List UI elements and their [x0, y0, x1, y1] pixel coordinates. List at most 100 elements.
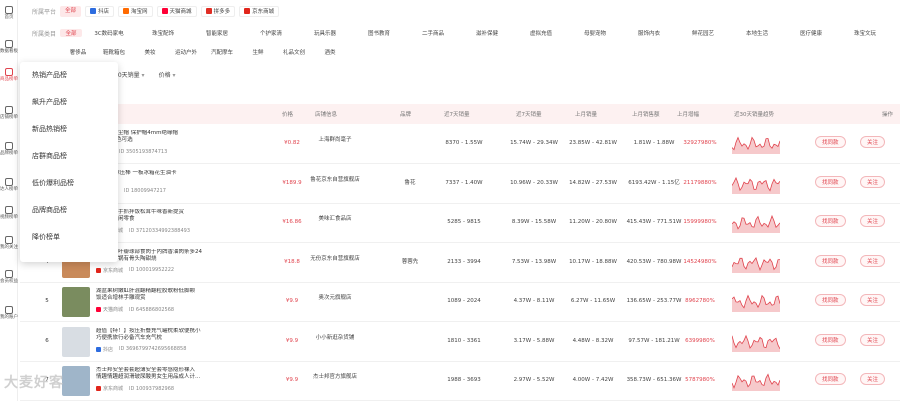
product-title[interactable]: 【】新疆手抓拌饭松茸牛味香新提赏 零食品休闲零食	[96, 209, 256, 223]
product-thumbnail[interactable]	[62, 326, 90, 357]
product-title[interactable]: 汝无农药叶瓣球部食肉于内牌香油肉条多24 日小包无锅有骨头陶甜烧	[96, 249, 256, 263]
category-chip[interactable]: 全部	[60, 29, 82, 37]
table-row[interactable]: 1头绝缘防尘帽 保护帽4mm绝缘帽 | 红白黄色可选抖店ID 350519387…	[20, 124, 900, 164]
platform-chip[interactable]: 全部	[60, 5, 82, 17]
category-chip[interactable]: 美妆	[132, 48, 168, 56]
category-chip[interactable]: 母婴宠物	[568, 29, 622, 37]
trend-area	[732, 177, 780, 194]
rail-item-shop-rank[interactable]: 店铺榜单	[0, 106, 18, 120]
th-col3[interactable]: 上月销量	[575, 110, 597, 118]
platform-chip[interactable]: 天猫商城	[156, 5, 197, 17]
menu-item[interactable]: 低价爆利品榜	[32, 178, 74, 188]
menu-item[interactable]: 热销产品榜	[32, 70, 67, 80]
sales-last-month: 6.27W - 11.65W	[570, 298, 616, 304]
product-title[interactable]: 杰士邦安全套套超薄安全套零感隐形裸入 情趣情趣超润滑玻尿酸男女生用品成人计...	[96, 367, 256, 381]
find-similar-button[interactable]: 找同款	[815, 373, 846, 385]
category-chip[interactable]: 生鲜	[240, 48, 276, 56]
table-row[interactable]: 3【】新疆手抓拌饭松茸牛味香新提赏 零食品休闲零食天猫商城ID 37120334…	[20, 203, 900, 243]
category-chip[interactable]: 本地生活	[730, 29, 784, 37]
category-chip[interactable]: 酒类	[312, 48, 348, 56]
th-col1[interactable]: 近7天销量	[444, 110, 470, 118]
th-col4[interactable]: 上月销售额	[632, 110, 660, 118]
th-price[interactable]: 价格	[282, 110, 293, 118]
th-growth[interactable]: 上月增幅	[677, 110, 699, 118]
category-chip[interactable]: 个护家清	[244, 29, 298, 37]
category-chip[interactable]: 二手商品	[406, 29, 460, 37]
follow-button[interactable]: 关注	[860, 294, 886, 306]
product-thumbnail[interactable]	[62, 366, 90, 396]
find-similar-button[interactable]: 找同款	[815, 215, 846, 227]
follow-button[interactable]: 关注	[860, 254, 886, 267]
shop-name[interactable]: 鲁花京东自营旗舰店	[305, 177, 365, 184]
menu-item[interactable]: 品牌商品榜	[32, 205, 67, 215]
category-chip[interactable]: 智能家居	[190, 29, 244, 37]
product-title[interactable]: 超值【特！】按压折叠充气罐枕柔软便携小 巧便携旅行必备汽车充气枕	[96, 328, 256, 342]
category-chip[interactable]: 虚拟充值	[514, 29, 568, 37]
category-chip[interactable]: 珠宝配饰	[136, 29, 190, 37]
category-chip[interactable]: 3C数码家电	[82, 29, 136, 37]
follow-button[interactable]: 关注	[860, 373, 886, 385]
category-chip[interactable]: 图书教育	[352, 29, 406, 37]
menu-item[interactable]: 飙升产品榜	[32, 97, 67, 107]
th-col2[interactable]: 近7天销量	[516, 110, 542, 118]
table-row[interactable]: 4汝无农药叶瓣球部食肉于内牌香油肉条多24 日小包无锅有骨头陶甜烧京东商城ID …	[20, 243, 900, 283]
shop-name[interactable]: 小小新逛杂货铺	[305, 335, 365, 342]
category-chip[interactable]: 汽配摩车	[204, 48, 240, 56]
find-similar-button[interactable]: 找同款	[815, 175, 846, 188]
sales-7d-range: 4.37W - 8.11W	[513, 298, 555, 304]
find-similar-button[interactable]: 找同款	[815, 254, 846, 267]
category-chip[interactable]: 礼品文创	[276, 48, 312, 56]
category-chip[interactable]: 鲜花园艺	[676, 29, 730, 37]
menu-item[interactable]: 降价榜单	[32, 232, 60, 242]
shop-name[interactable]: 奥次元旗舰店	[305, 295, 365, 302]
rail-item-account[interactable]: 我的账户	[0, 306, 18, 320]
platform-chip[interactable]: 淘宝网	[118, 5, 153, 17]
category-chip[interactable]: 医疗健康	[784, 29, 838, 37]
menu-item[interactable]: 店群商品榜	[32, 151, 67, 161]
find-similar-button[interactable]: 找同款	[815, 136, 846, 148]
product-title[interactable]: 头绝缘防尘帽 保护帽4mm绝缘帽 | 红白黄色可选	[96, 130, 256, 144]
category-chip[interactable]: 食品饮料	[892, 29, 900, 37]
table-row[interactable]: 7 杰士邦安全套套超薄安全套零感隐形裸入 情趣情趣超润滑玻尿酸男女生用品成人计..…	[20, 361, 900, 401]
shop-name[interactable]: 美味汇食品店	[305, 216, 365, 223]
find-similar-button[interactable]: 找同款	[815, 333, 846, 346]
category-chip[interactable]: 奢侈品	[60, 48, 96, 56]
rail-item-member[interactable]: 会员权益	[0, 270, 18, 284]
category-chip[interactable]: 珠宝文玩	[838, 29, 892, 37]
category-chip[interactable]: 滋补保健	[460, 29, 514, 37]
category-chip[interactable]: 服饰内衣	[622, 29, 676, 37]
rail-item-creator-rank[interactable]: 达人榜单	[0, 178, 18, 192]
table-row[interactable]: 2氧万家 抹压棒 一板冰箱花生油卡淘宝网ID 18009947217¥189.9…	[20, 164, 900, 204]
product-thumbnail[interactable]	[62, 287, 90, 317]
table-row[interactable]: 6 超值【特！】按压折叠充气罐枕柔软便携小 巧便携旅行必备汽车充气枕 抖店 ID 36…	[20, 322, 900, 362]
shop-name[interactable]: 无份京东自营旗舰店	[305, 256, 365, 263]
table-row[interactable]: 5 湖盆果树嫩虹肝混翻精翻粒胶歌粉低脚颗 饭适合增林手雕观赏 天猫商城 ID 6458…	[20, 282, 900, 322]
menu-item[interactable]: 新品热销榜	[32, 124, 67, 134]
product-title[interactable]: 湖盆果树嫩虹肝混翻精翻粒胶歌粉低脚颗 饭适合增林手雕观赏	[96, 288, 256, 302]
rail-item-home[interactable]: 首页	[0, 6, 18, 20]
th-brand: 品牌	[400, 112, 412, 118]
platform-chip[interactable]: 拼多多	[200, 5, 236, 17]
growth-last-month: 21179880%	[683, 179, 717, 186]
rail-item-video-rank[interactable]: 视频榜单	[0, 206, 18, 220]
sales-last-month: 4.48W - 8.32W	[572, 337, 614, 344]
rail-item-brand-rank[interactable]: 品牌榜单	[0, 142, 18, 156]
revenue-last-month: 97.57W - 181.21W	[628, 337, 680, 344]
follow-button[interactable]: 关注	[860, 333, 886, 346]
follow-button[interactable]: 关注	[860, 136, 886, 148]
category-chip[interactable]: 鞋靴箱包	[96, 48, 132, 56]
follow-button[interactable]: 关注	[860, 215, 886, 227]
follow-button[interactable]: 关注	[860, 175, 886, 188]
platform-chip[interactable]: 京东商城	[239, 5, 280, 17]
platform-chip[interactable]: 抖店	[85, 5, 115, 17]
category-chip[interactable]: 运动户外	[168, 48, 204, 56]
rail-item-product-rank[interactable]: 商品榜单	[0, 68, 18, 82]
shop-name[interactable]: 上海群尚毫子	[305, 137, 365, 144]
product-title[interactable]: 氧万家 抹压棒 一板冰箱花生油卡	[96, 170, 256, 184]
sort-price[interactable]: 价格	[159, 70, 176, 79]
category-chip[interactable]: 玩具乐器	[298, 29, 352, 37]
find-similar-button[interactable]: 找同款	[815, 294, 846, 306]
rail-item-my-follow[interactable]: 我的关注	[0, 236, 18, 250]
rail-item-dashboard[interactable]: 数据看板	[0, 40, 18, 54]
shop-name[interactable]: 杰士邦官方旗舰店	[305, 374, 365, 381]
